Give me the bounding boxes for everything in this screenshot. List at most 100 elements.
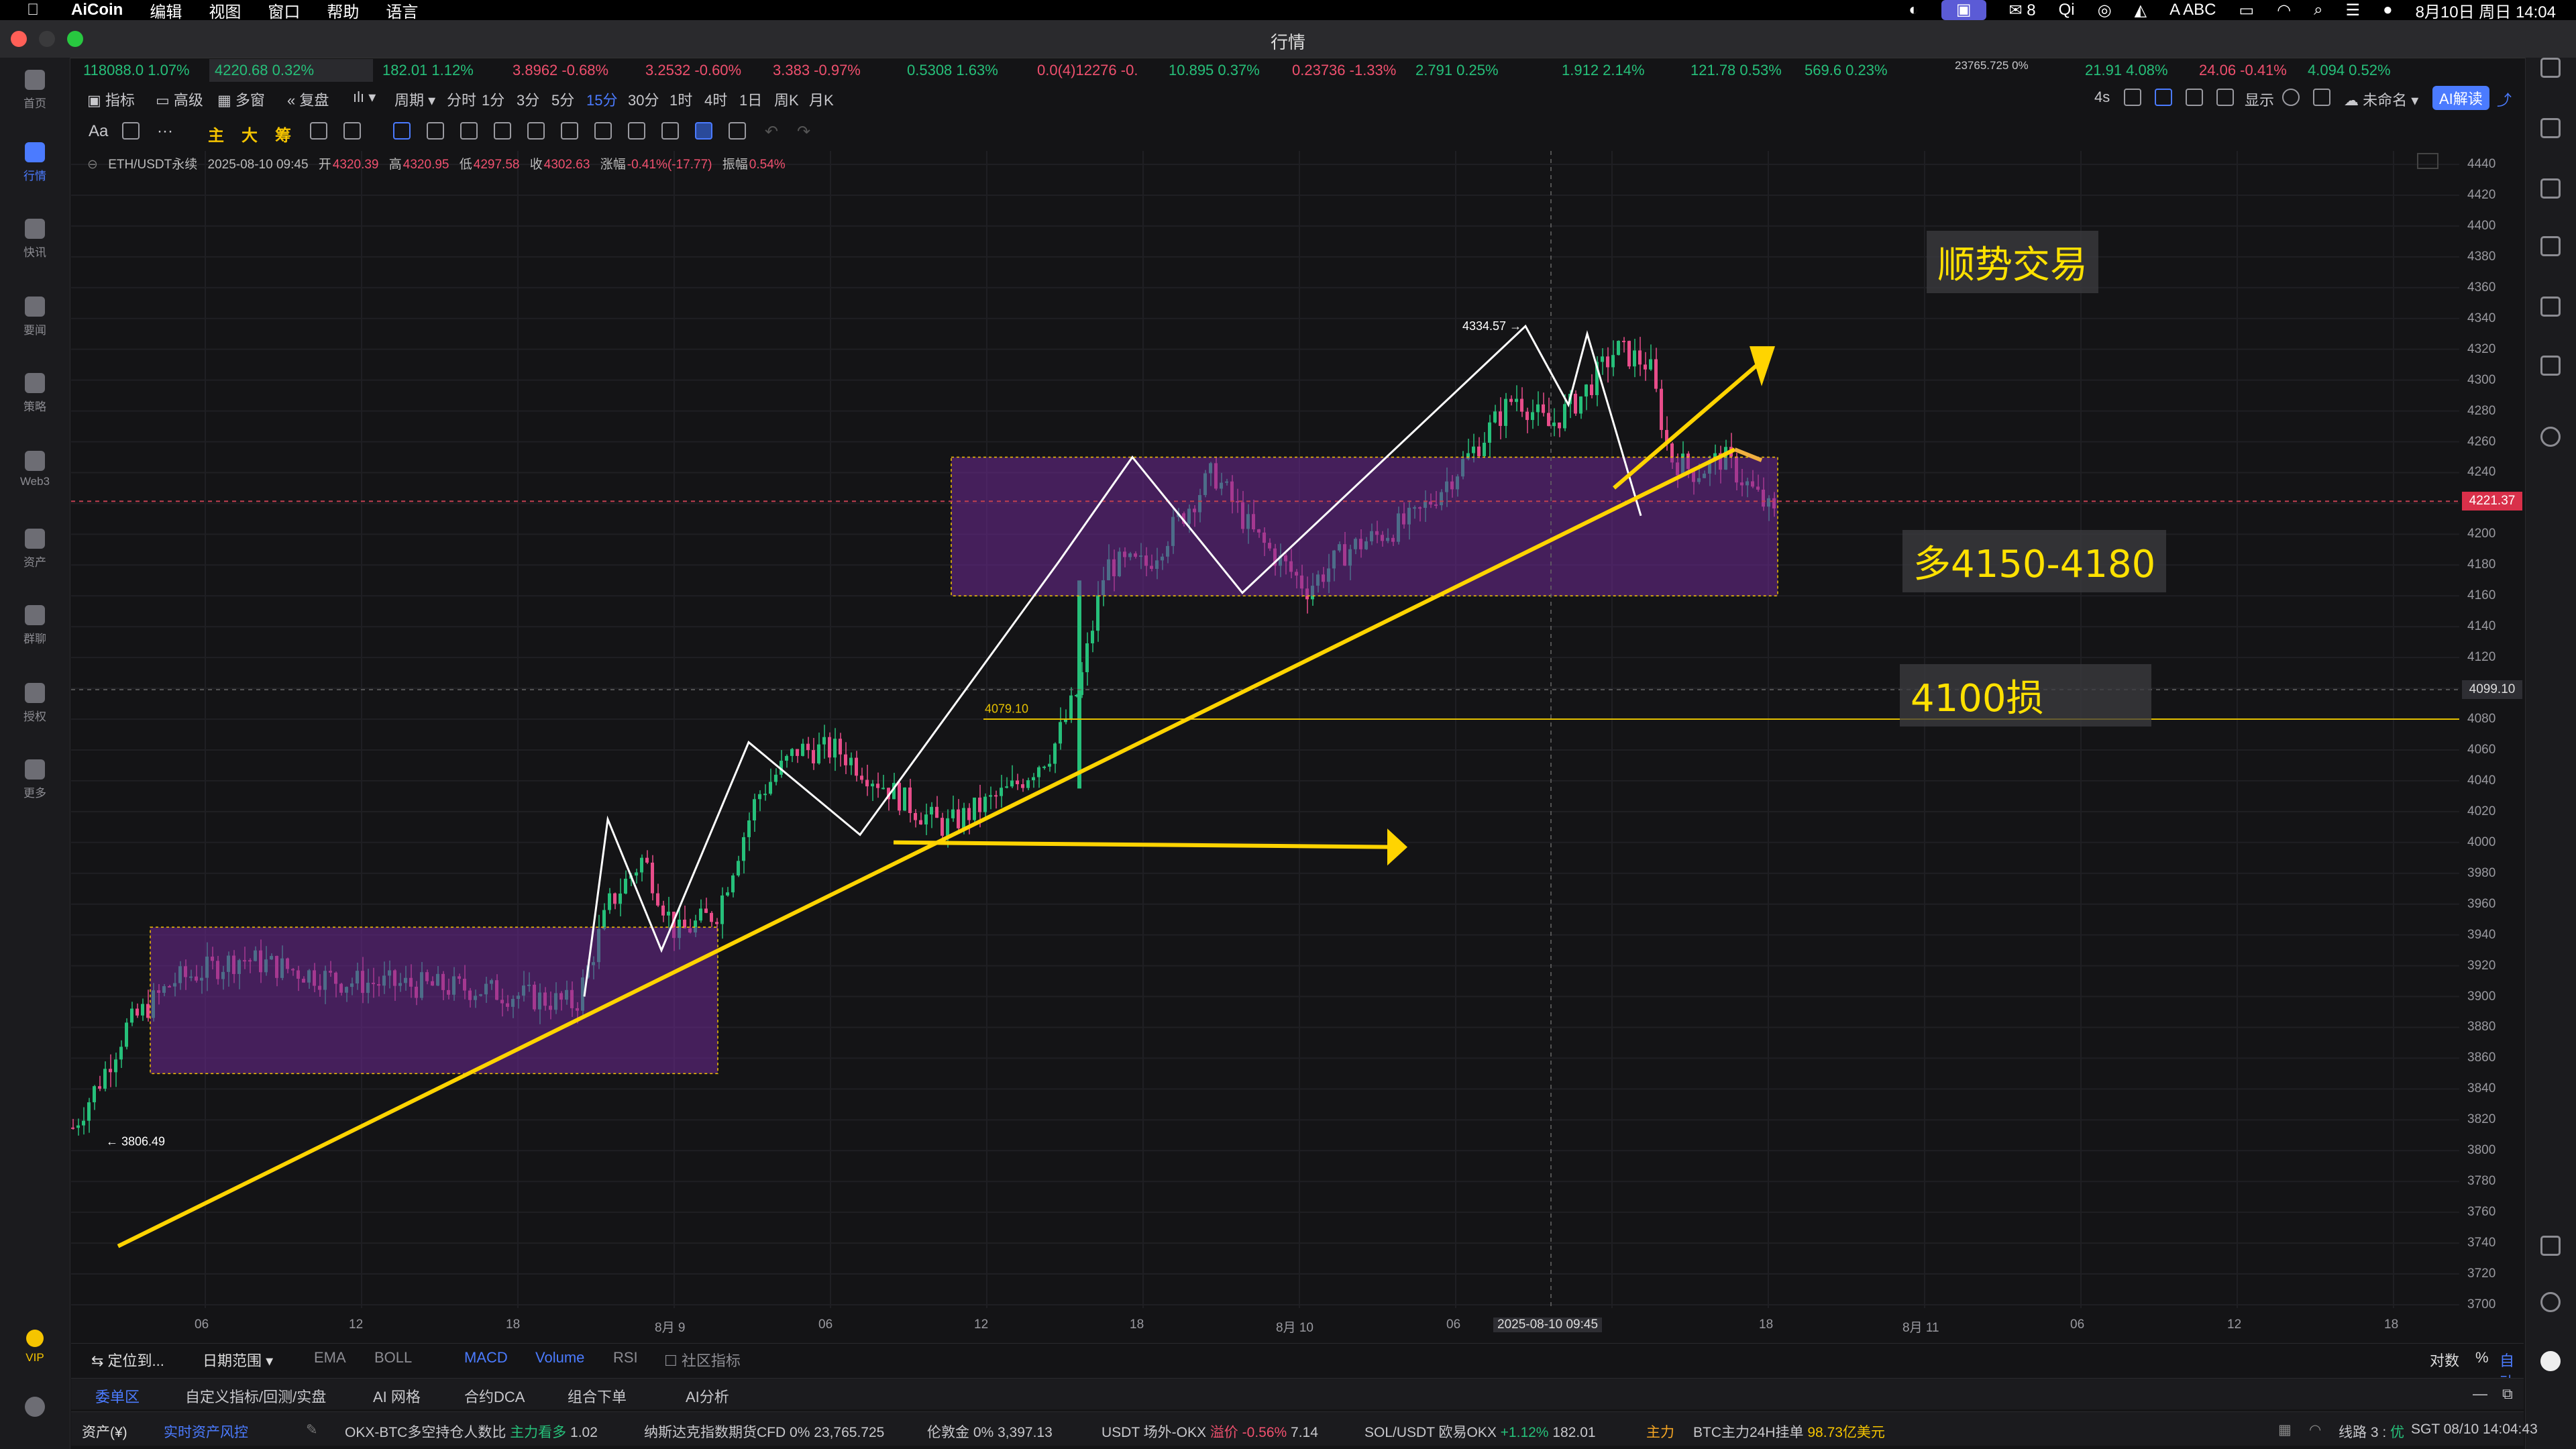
status-item-gold[interactable]: 伦敦金 0% 3,397.13 xyxy=(927,1421,1053,1442)
eraser-icon[interactable] xyxy=(343,122,361,140)
btc-main-orders[interactable]: BTC主力24H挂单 98.73亿美元 xyxy=(1693,1421,1885,1442)
main-force-tag[interactable]: 主 xyxy=(208,122,224,146)
ticker-item[interactable]: 569.6 0.23% xyxy=(1805,62,1888,79)
menu-language[interactable]: 语言 xyxy=(386,0,418,22)
status-item-nasdaq[interactable]: 纳斯达克指数期货CFD 0% 23,765.725 xyxy=(644,1421,884,1442)
ticker-item[interactable]: 121.78 0.53% xyxy=(1690,62,1782,79)
sidebar-item-more[interactable]: 更多 xyxy=(0,759,70,800)
layout-icon[interactable] xyxy=(2540,58,2561,78)
ticker-item[interactable]: 4.094 0.52% xyxy=(2308,62,2391,79)
status-screen-icon[interactable]: ▣ xyxy=(1941,0,1986,20)
monitor-icon[interactable] xyxy=(2540,297,2561,317)
note-tool-icon[interactable] xyxy=(628,122,645,140)
qi-icon[interactable]: Qi xyxy=(2059,1,2075,19)
tab-custom-indicator[interactable]: 自定义指标/回测/实盘 xyxy=(185,1385,326,1407)
sidebar-item-home[interactable]: 首页 xyxy=(0,70,70,111)
ticker-item[interactable]: 21.91 4.08% xyxy=(2085,62,2168,79)
ticker-item[interactable]: 118088.0 1.07% xyxy=(83,62,190,79)
big-order-tag[interactable]: 大 xyxy=(241,122,258,146)
realtime-risk-button[interactable]: 实时资产风控 xyxy=(164,1421,248,1442)
price-axis[interactable]: 4440 4420 4400 4380 4360 4340 4320 4300 4280 4260… xyxy=(2459,151,2524,1311)
status-item-btc-ratio[interactable]: OKX-BTC多空持仓人数比 主力看多 1.02 xyxy=(345,1421,598,1442)
chip-tag[interactable]: 筹 xyxy=(275,122,291,146)
line-tool-icon[interactable] xyxy=(427,122,444,140)
ticker-item[interactable]: 182.01 1.12% xyxy=(382,62,474,79)
assistant-avatar-icon[interactable] xyxy=(2540,1351,2561,1371)
trend-icon[interactable] xyxy=(2540,236,2561,256)
status-item-sol[interactable]: SOL/USDT 欧易OKX +1.12% 182.01 xyxy=(1364,1421,1596,1442)
measure-tool-icon[interactable] xyxy=(594,122,612,140)
status-app-icon[interactable]: ◐ xyxy=(1909,1,1919,19)
tab-ai-analysis[interactable]: AI分析 xyxy=(686,1385,729,1407)
period-dropdown[interactable]: 周期 ▾ xyxy=(394,89,435,110)
sidebar-item-web3[interactable]: Web3 xyxy=(0,451,70,488)
line-selector[interactable]: 线路 3 : 优 xyxy=(2339,1421,2404,1442)
candlestick-chart[interactable]: 4334.57 → ← 3806.49 4079.10 xyxy=(71,151,2459,1308)
menu-view[interactable]: 视图 xyxy=(209,0,241,22)
time-axis[interactable]: 06 12 18 8月 9 06 12 18 8月 10 06 2025-08-10 09:45 1… xyxy=(71,1313,2524,1340)
tab-contract-dca[interactable]: 合约DCA xyxy=(464,1385,525,1407)
network-monitor-icon[interactable]: ◭ xyxy=(2135,1,2147,20)
tab-order-area[interactable]: 委单区 xyxy=(95,1385,140,1407)
document-icon[interactable] xyxy=(2540,118,2561,138)
interval-2[interactable]: 3分 xyxy=(517,89,539,110)
locate-button[interactable]: ⇆ 定位到... xyxy=(91,1349,164,1371)
support-icon[interactable] xyxy=(2540,1292,2561,1312)
tab-macd[interactable]: MACD xyxy=(464,1349,508,1366)
interval-6[interactable]: 1时 xyxy=(669,89,692,110)
sidebar-item-headlines[interactable]: 要闻 xyxy=(0,297,70,337)
ticker-item[interactable]: 23765.725 0% xyxy=(1955,59,2029,72)
sidebar-item-authorize[interactable]: 授权 xyxy=(0,683,70,724)
display-button[interactable]: 显示 xyxy=(2245,89,2274,110)
vip-button[interactable]: VIP xyxy=(0,1330,70,1364)
log-scale-toggle[interactable]: 对数 xyxy=(2430,1349,2459,1371)
tab-combo-order[interactable]: 组合下单 xyxy=(568,1385,627,1407)
interval-4[interactable]: 15分 xyxy=(586,89,617,110)
pencil-tool-icon[interactable] xyxy=(494,122,511,140)
siri-icon[interactable]: ● xyxy=(2383,1,2393,19)
interval-10[interactable]: 月K xyxy=(809,89,834,110)
interval-9[interactable]: 周K xyxy=(774,89,799,110)
assets-label[interactable]: 资产(¥) xyxy=(82,1421,127,1442)
collapse-icon[interactable]: ⊖ xyxy=(87,158,98,172)
wifi-icon[interactable]: ◠ xyxy=(2277,1,2291,20)
text-tool-button[interactable]: Aa xyxy=(89,122,108,141)
apple-icon[interactable]:  xyxy=(27,1,39,19)
calendar-icon[interactable]: ▦ xyxy=(2278,1421,2292,1438)
percent-scale-toggle[interactable]: % xyxy=(2475,1349,2489,1366)
tab-rsi[interactable]: RSI xyxy=(613,1349,638,1366)
multi-window-button[interactable]: ▦ 多窗 xyxy=(217,89,265,110)
input-method-icon[interactable]: A ABC xyxy=(2169,1,2216,19)
settings-button[interactable] xyxy=(0,1397,70,1421)
trash-icon[interactable] xyxy=(729,122,746,140)
card-icon[interactable] xyxy=(2540,356,2561,376)
ticker-item[interactable]: 4220.68 0.32% xyxy=(215,62,314,79)
popout-panel-icon[interactable]: ⧉ xyxy=(2502,1385,2513,1403)
tab-boll[interactable]: BOLL xyxy=(374,1349,412,1366)
replay-button[interactable]: « 复盘 xyxy=(287,89,329,110)
interval-7[interactable]: 4时 xyxy=(704,89,727,110)
brush-tool-icon[interactable] xyxy=(122,122,140,140)
ticker-item[interactable]: 10.895 0.37% xyxy=(1169,62,1260,79)
magnet-icon[interactable] xyxy=(310,122,327,140)
menu-window[interactable]: 窗口 xyxy=(268,0,300,22)
chart-type-dropdown[interactable]: ılı ▾ xyxy=(353,89,376,106)
refresh-interval[interactable]: 4s xyxy=(2094,89,2110,106)
control-center-icon[interactable]: ☰ xyxy=(2346,1,2361,20)
ai-interpret-button[interactable]: AI解读 xyxy=(2432,86,2489,110)
interval-8[interactable]: 1日 xyxy=(739,89,762,110)
indicator-button[interactable]: ▣ 指标 xyxy=(87,89,135,110)
edit-icon[interactable]: ✎ xyxy=(306,1421,318,1438)
interval-5[interactable]: 30分 xyxy=(628,89,659,110)
copy-icon[interactable] xyxy=(2186,89,2203,106)
ticker-item[interactable]: 0.0(4)12276 -0. xyxy=(1037,62,1138,79)
panel-icon[interactable] xyxy=(2540,1236,2561,1256)
tab-volume[interactable]: Volume xyxy=(535,1349,584,1366)
ticker-item[interactable]: 3.2532 -0.60% xyxy=(645,62,741,79)
ray-tool-icon[interactable] xyxy=(460,122,478,140)
community-indicator-button[interactable]: ☐ 社区指标 xyxy=(664,1349,741,1371)
interval-3[interactable]: 5分 xyxy=(551,89,574,110)
draw-pen-icon[interactable] xyxy=(2155,89,2172,106)
settings-gear-icon[interactable] xyxy=(2282,89,2300,106)
sidebar-item-assets[interactable]: 资产 xyxy=(0,529,70,570)
